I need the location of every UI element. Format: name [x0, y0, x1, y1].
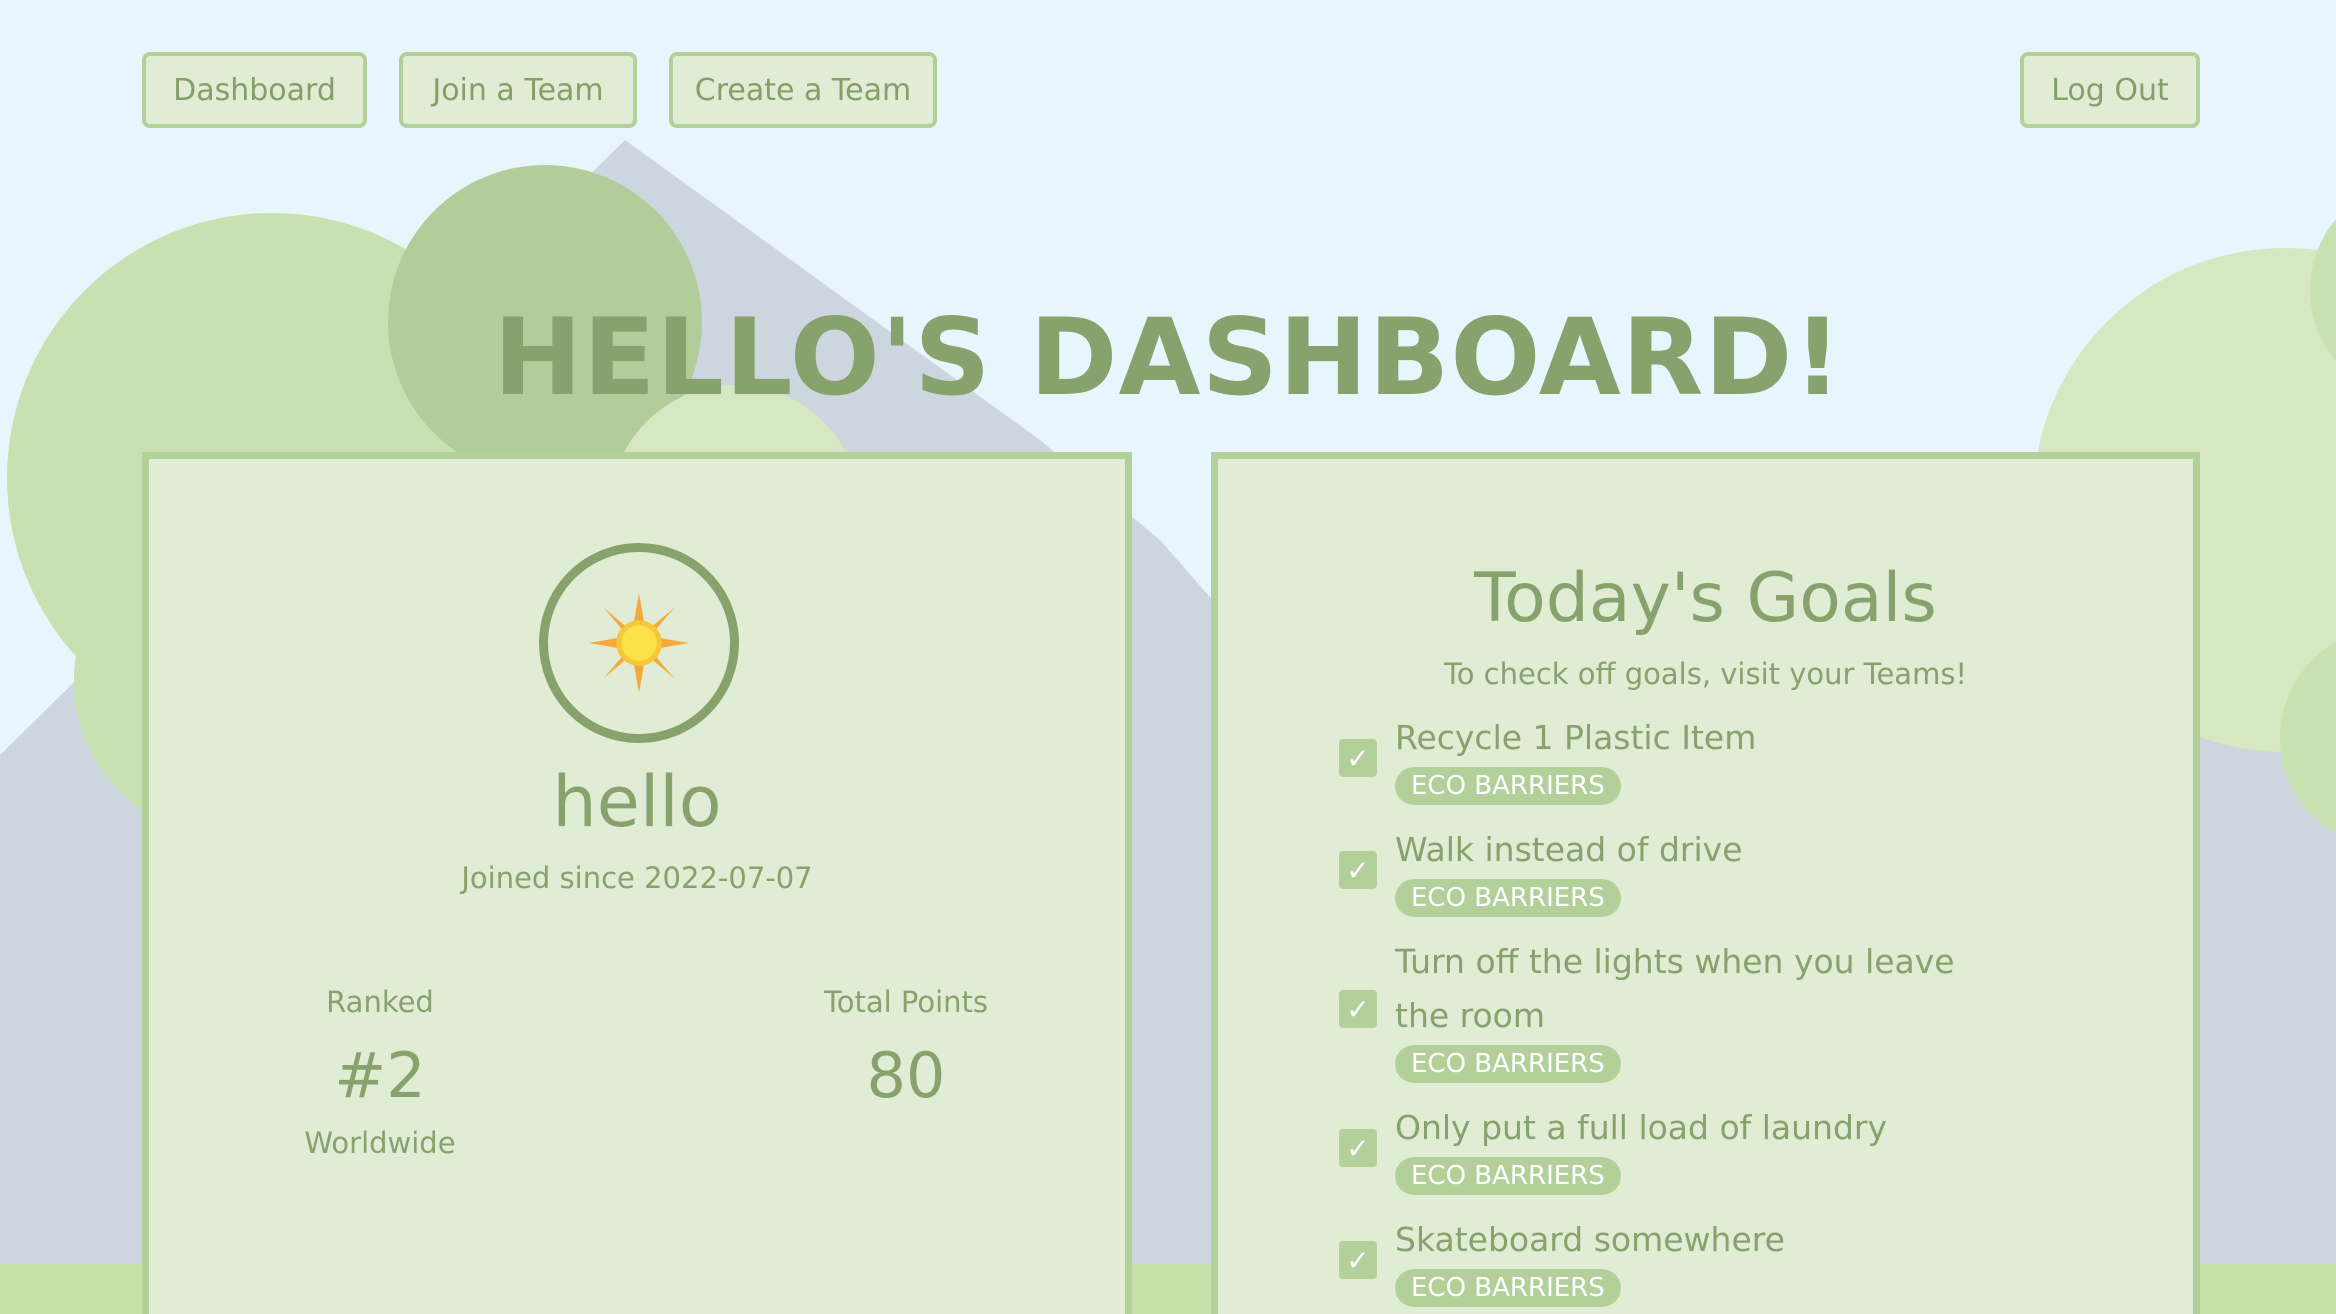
team-badge: ECO BARRIERS	[1395, 1269, 1621, 1307]
rank-scope: Worldwide	[304, 1126, 456, 1160]
team-badge: ECO BARRIERS	[1395, 1045, 1621, 1083]
goal-text: Turn off the lights when you leave the r…	[1395, 942, 1955, 1035]
goal-checkbox[interactable]: ✓	[1339, 851, 1377, 889]
goal-item: ✓ Skateboard somewhere ECO BARRIERS	[1339, 1213, 2039, 1307]
goal-item: ✓ Walk instead of drive ECO BARRIERS	[1339, 823, 2039, 917]
rank-value: #2	[334, 1039, 426, 1112]
rank-stat: Ranked #2 Worldwide	[220, 985, 540, 1160]
nav-join-team-button[interactable]: Join a Team	[399, 52, 637, 128]
avatar	[539, 543, 739, 743]
sun-icon	[589, 593, 689, 693]
goal-text: Recycle 1 Plastic Item	[1395, 718, 1757, 757]
goal-item: ✓ Turn off the lights when you leave the…	[1339, 935, 2039, 1083]
nav-dashboard-button[interactable]: Dashboard	[142, 52, 367, 128]
profile-card: hello Joined since 2022-07-07 Ranked #2 …	[142, 452, 1132, 1314]
goal-text: Skateboard somewhere	[1395, 1220, 1785, 1259]
goal-item: ✓ Recycle 1 Plastic Item ECO BARRIERS	[1339, 711, 2039, 805]
goals-title: Today's Goals	[1474, 559, 1937, 638]
rank-label: Ranked	[326, 985, 434, 1019]
points-value: 80	[866, 1039, 946, 1112]
page-title: HELLO'S DASHBOARD!	[493, 296, 1843, 419]
logout-button[interactable]: Log Out	[2020, 52, 2200, 128]
goal-checkbox[interactable]: ✓	[1339, 1241, 1377, 1279]
team-badge: ECO BARRIERS	[1395, 767, 1621, 805]
team-badge: ECO BARRIERS	[1395, 1157, 1621, 1195]
joined-date: Joined since 2022-07-07	[461, 861, 813, 895]
goal-list: ✓ Recycle 1 Plastic Item ECO BARRIERS ✓ …	[1339, 711, 2039, 1314]
goals-card: Today's Goals To check off goals, visit …	[1211, 452, 2200, 1314]
team-badge: ECO BARRIERS	[1395, 879, 1621, 917]
goal-checkbox[interactable]: ✓	[1339, 990, 1377, 1028]
nav-create-team-button[interactable]: Create a Team	[669, 52, 937, 128]
points-stat: Total Points 80	[746, 985, 1066, 1112]
goal-item: ✓ Only put a full load of laundry ECO BA…	[1339, 1101, 2039, 1195]
goal-checkbox[interactable]: ✓	[1339, 1129, 1377, 1167]
goal-checkbox[interactable]: ✓	[1339, 739, 1377, 777]
points-label: Total Points	[823, 985, 989, 1019]
goals-subtitle: To check off goals, visit your Teams!	[1443, 657, 1968, 691]
username: hello	[552, 761, 722, 843]
goal-text: Walk instead of drive	[1395, 830, 1743, 869]
goal-text: Only put a full load of laundry	[1395, 1108, 1888, 1147]
